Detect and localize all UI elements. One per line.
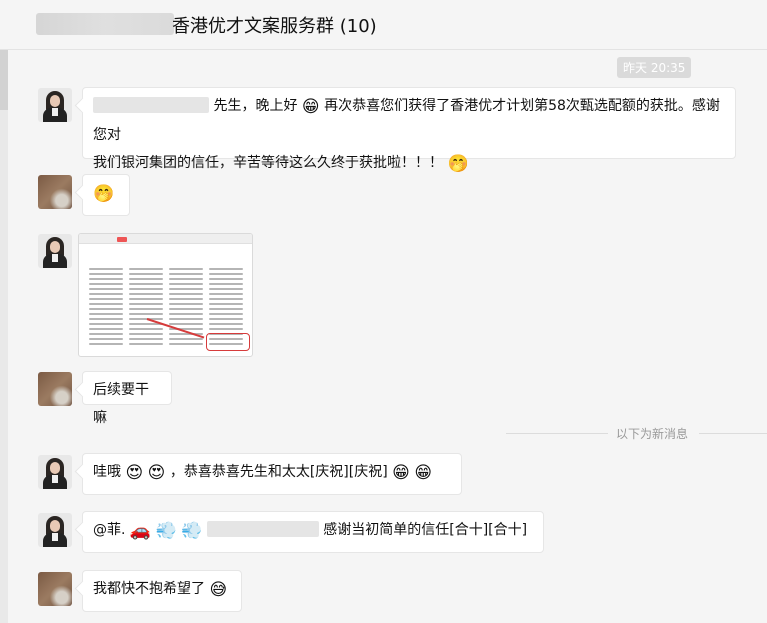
message-bubble[interactable]: 🤭 — [82, 174, 130, 216]
grin-emoji-icon: 😁 — [301, 97, 320, 117]
avatar[interactable] — [38, 88, 72, 122]
redacted-name — [93, 97, 209, 113]
avatar[interactable] — [38, 572, 72, 606]
divider-line — [699, 433, 767, 434]
message-text: ，恭喜恭喜先生和太太[庆祝][庆祝] — [169, 464, 388, 480]
heart-eyes-emoji-icon: 😍 — [125, 463, 144, 483]
message-bubble[interactable]: 哇哦 😍 😍 ，恭喜恭喜先生和太太[庆祝][庆祝] 😁 😁 — [82, 453, 462, 495]
message-bubble[interactable]: @菲. 🚗 💨 💨 感谢当初简单的信任[合十][合十] — [82, 511, 544, 553]
message-bubble[interactable]: 先生，晚上好 😁 再次恭喜您们获得了香港优才计划第58次甄选配额的获批。感谢您对… — [82, 87, 736, 174]
message-text: 我们银河集团的信任，辛苦等待这么久终于获批啦！！！ — [93, 155, 443, 171]
hand-over-mouth-emoji-icon: 🤭 — [93, 184, 115, 204]
avatar[interactable] — [38, 513, 72, 547]
message-text: 后续要干嘛 — [93, 382, 149, 426]
avatar[interactable] — [38, 372, 72, 406]
car-emoji-icon: 🚗 — [129, 521, 152, 541]
image-message[interactable] — [78, 233, 253, 357]
heart-eyes-emoji-icon: 😍 — [147, 463, 166, 483]
title-bar: 香港优才文案服务群 (10) — [0, 0, 767, 50]
message-text: 我都快不抱希望了 — [93, 581, 205, 597]
message-text: 先生，晚上好 — [213, 98, 298, 114]
dash-emoji-icon: 💨 — [155, 521, 177, 541]
chat-title: 香港优才文案服务群 (10) — [172, 16, 377, 37]
redacted-title-prefix — [36, 13, 174, 35]
avatar[interactable] — [38, 175, 72, 209]
new-message-divider: 以下为新消息 — [616, 427, 689, 441]
dash-emoji-icon: 💨 — [181, 521, 203, 541]
redacted-text — [206, 521, 319, 537]
message-bubble[interactable]: 我都快不抱希望了 😅 — [82, 570, 242, 612]
message-text: 哇哦 — [93, 464, 121, 480]
message-bubble[interactable]: 后续要干嘛 — [82, 371, 172, 426]
message-text: 感谢当初简单的信任[合十][合十] — [323, 522, 528, 538]
left-scroll-strip — [0, 50, 8, 623]
grin-emoji-icon: 😁 — [392, 463, 410, 483]
message-timestamp: 昨天 20:35 — [617, 57, 692, 78]
avatar[interactable] — [38, 234, 72, 268]
sweat-smile-emoji-icon: 😅 — [209, 580, 228, 600]
divider-line — [506, 433, 608, 434]
grin-emoji-icon: 😁 — [414, 463, 433, 483]
avatar[interactable] — [38, 455, 72, 489]
mention-text[interactable]: @菲. — [93, 522, 125, 538]
hand-over-mouth-emoji-icon: 🤭 — [447, 154, 469, 174]
